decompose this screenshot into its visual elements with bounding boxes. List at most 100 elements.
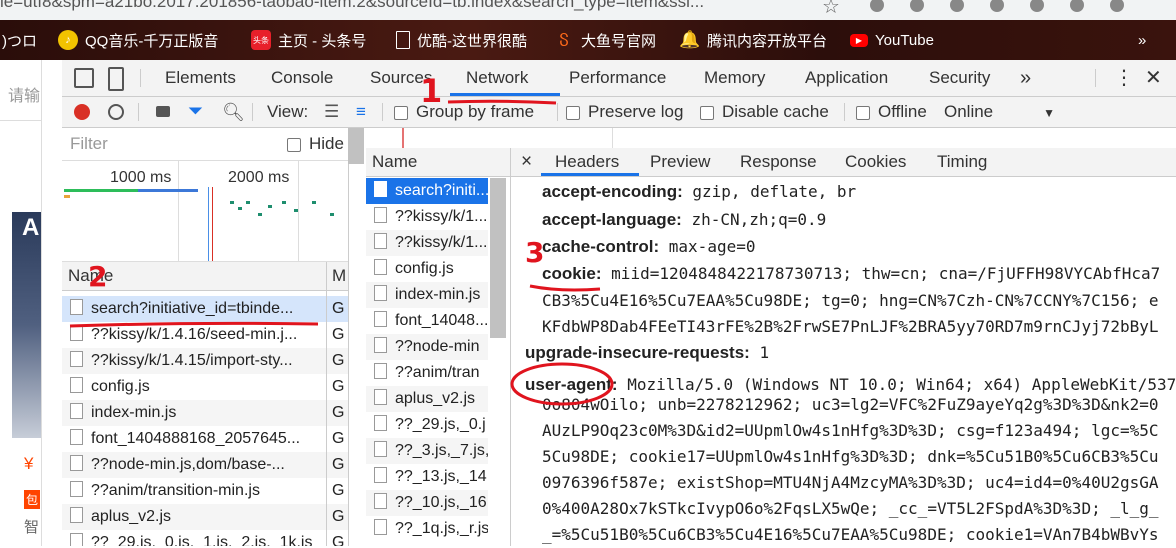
header-accept-language: accept-language: zh-CN,zh;q=0.9	[542, 210, 827, 229]
extension-icon[interactable]	[1070, 0, 1084, 12]
tab-preview[interactable]: Preview	[650, 148, 710, 176]
close-detail-icon[interactable]: ×	[521, 148, 532, 176]
cookie-line: 0o804wOilo; unb=2278212962; uc3=lg2=VFC%…	[542, 395, 1159, 414]
tab-performance[interactable]: Performance	[569, 60, 666, 96]
url-text[interactable]: le=utf8&spm=a21bo.2017.201856-taobao-ite…	[0, 0, 704, 12]
disable-cache-checkbox[interactable]: Disable cache	[700, 97, 829, 127]
inspect-element-icon[interactable]	[74, 68, 94, 88]
table-row[interactable]: aplus_v2.js	[366, 386, 488, 412]
group-by-frame-checkbox[interactable]: Group by frame	[394, 97, 534, 127]
waterfall-icon[interactable]: ≡	[356, 97, 366, 127]
bookmark-qq-music[interactable]: ♪ QQ音乐-千万正版音	[58, 20, 218, 60]
bookmarks-overflow-button[interactable]: »	[1138, 20, 1146, 60]
filter-input[interactable]: Filter	[64, 132, 276, 156]
annotation-1: 1	[420, 72, 443, 110]
header-cache-control: cache-control: max-age=0	[542, 237, 756, 256]
table-row[interactable]: index-min.js	[366, 282, 488, 308]
kebab-menu-icon[interactable]: ⋮	[1114, 60, 1134, 96]
tab-security[interactable]: Security	[929, 60, 990, 96]
bookmark-dayu[interactable]: ჽ 大鱼号官网	[554, 20, 656, 60]
record-icon[interactable]	[74, 104, 90, 120]
youtube-icon: ▶	[850, 33, 868, 47]
extension-icon[interactable]	[870, 0, 884, 12]
table-row[interactable]: ??anim/transition-min.js G	[62, 478, 348, 504]
bookmark-toutiao[interactable]: 头条 主页 - 头条号	[251, 20, 366, 60]
table-row[interactable]: search?initi...	[366, 178, 488, 204]
cookie-line: AUzLP9Oq23c0M%3D&id2=UUpmlOw4s1nHfg%3D%3…	[542, 421, 1159, 440]
view-label: View:	[267, 102, 309, 121]
extension-icon[interactable]	[950, 0, 964, 12]
table-row[interactable]: ??_29.js,_0.j	[366, 412, 488, 438]
extension-icon[interactable]	[910, 0, 924, 12]
table-row[interactable]: ??node-min	[366, 334, 488, 360]
name-column-header[interactable]: Name	[372, 152, 417, 172]
tab-response[interactable]: Response	[740, 148, 817, 176]
filter-funnel-icon[interactable]: ⏷	[188, 97, 203, 127]
more-tabs-button[interactable]: »	[1020, 60, 1031, 96]
table-row[interactable]: ??kissy/k/1.4.15/import-sty... G	[62, 348, 348, 374]
table-row[interactable]: ??kissy/k/1...	[366, 230, 488, 256]
tab-headers[interactable]: Headers	[555, 148, 619, 176]
throttling-select[interactable]: Online ▼	[944, 97, 1055, 127]
method-column-header[interactable]: M	[332, 266, 346, 286]
tab-application[interactable]: Application	[805, 60, 888, 96]
table-row[interactable]: search?initiative_id=tbinde... G	[62, 296, 348, 322]
tab-memory[interactable]: Memory	[704, 60, 765, 96]
bookmark-youku[interactable]: 优酷-这世界很酷	[396, 20, 527, 60]
table-row[interactable]: ??kissy/k/1...	[366, 204, 488, 230]
search-box[interactable]: 请输	[0, 60, 41, 121]
table-row[interactable]: ??_13.js,_14.	[366, 464, 488, 490]
cookie-line: _=%5Cu51B0%5Cu6CB3%5Cu4E16%5Cu7EAA%5Cu98…	[542, 525, 1159, 544]
close-devtools-icon[interactable]: ✕	[1145, 60, 1162, 96]
offline-checkbox[interactable]: Offline	[856, 97, 927, 127]
device-toolbar-icon[interactable]	[108, 67, 124, 91]
table-row[interactable]: font_14048...	[366, 308, 488, 334]
table-row[interactable]: config.js	[366, 256, 488, 282]
table-row[interactable]: ??_3.js,_7.js,	[366, 438, 488, 464]
table-row[interactable]: ??_29.js,_0.js,_1.js,_2.js,_1k.js G	[62, 530, 348, 546]
header-upgrade-insecure-requests: upgrade-insecure-requests: 1	[525, 343, 770, 362]
tab-cookies[interactable]: Cookies	[845, 148, 906, 176]
tab-elements[interactable]: Elements	[165, 60, 236, 96]
scrollbar-thumb[interactable]	[348, 128, 364, 164]
clear-icon[interactable]	[108, 104, 124, 120]
cookie-line: KFdbWP8Dab4FEeTI43rFE%2B%2FrwSE7PnLJF%2B…	[542, 317, 1159, 336]
bookmark-item[interactable]: )つロ	[2, 20, 37, 60]
table-row[interactable]: ??kissy/k/1.4.16/seed-min.j... G	[62, 322, 348, 348]
table-row[interactable]: index-min.js G	[62, 400, 348, 426]
bookmark-star-icon[interactable]: ☆	[822, 0, 840, 19]
table-row[interactable]: aplus_v2.js G	[62, 504, 348, 530]
tab-console[interactable]: Console	[271, 60, 333, 96]
extension-icon[interactable]	[1110, 0, 1124, 12]
bookmark-tencent[interactable]: 🔔 腾讯内容开放平台	[679, 20, 827, 60]
address-bar[interactable]: le=utf8&spm=a21bo.2017.201856-taobao-ite…	[0, 0, 1176, 20]
devtools-tabbar: Elements Console Sources Network Perform…	[62, 60, 1176, 97]
preserve-log-checkbox[interactable]: Preserve log	[566, 97, 683, 127]
table-row[interactable]: ??anim/tran	[366, 360, 488, 386]
table-row[interactable]: config.js G	[62, 374, 348, 400]
table-row[interactable]: font_1404888168_2057645... G	[62, 426, 348, 452]
extension-icon[interactable]	[1030, 0, 1044, 12]
extension-icon[interactable]	[990, 0, 1004, 12]
scrollbar-thumb[interactable]	[490, 178, 506, 338]
table-row[interactable]: ??node-min.js,dom/base-... G	[62, 452, 348, 478]
network-toolbar: ⏷ 🔍︎ View: ☰ ≡ Group by frame Preserve l…	[62, 97, 1176, 128]
annotation-3: 3	[525, 236, 545, 269]
table-row[interactable]: ??_1q.js,_r.js	[366, 516, 488, 542]
bookmark-youtube[interactable]: ▶ YouTube	[850, 20, 934, 60]
tencent-icon: 🔔	[679, 30, 701, 49]
page-gap	[42, 60, 62, 546]
screenshot-camera-icon[interactable]	[156, 106, 170, 117]
mid-list-header[interactable]: Name	[366, 148, 510, 177]
bookmarks-bar: )つロ ♪ QQ音乐-千万正版音 头条 主页 - 头条号 优酷-这世界很酷 ჽ 大鱼号…	[0, 20, 1176, 60]
hide-data-urls-checkbox[interactable]: Hide	[287, 134, 344, 154]
tab-timing[interactable]: Timing	[937, 148, 987, 176]
annotation-2: 2	[88, 260, 108, 293]
cookie-line: 0976396f587e; existShop=MTU4NjA4MzcyMA%3…	[542, 473, 1159, 492]
mini-timeline	[366, 128, 1176, 149]
table-row[interactable]: ??_10.js,_16.	[366, 490, 488, 516]
search-icon[interactable]: 🔍︎	[222, 97, 245, 127]
product-banner[interactable]: A	[12, 212, 41, 438]
large-rows-icon[interactable]: ☰	[324, 97, 339, 127]
tab-network[interactable]: Network	[466, 60, 528, 96]
